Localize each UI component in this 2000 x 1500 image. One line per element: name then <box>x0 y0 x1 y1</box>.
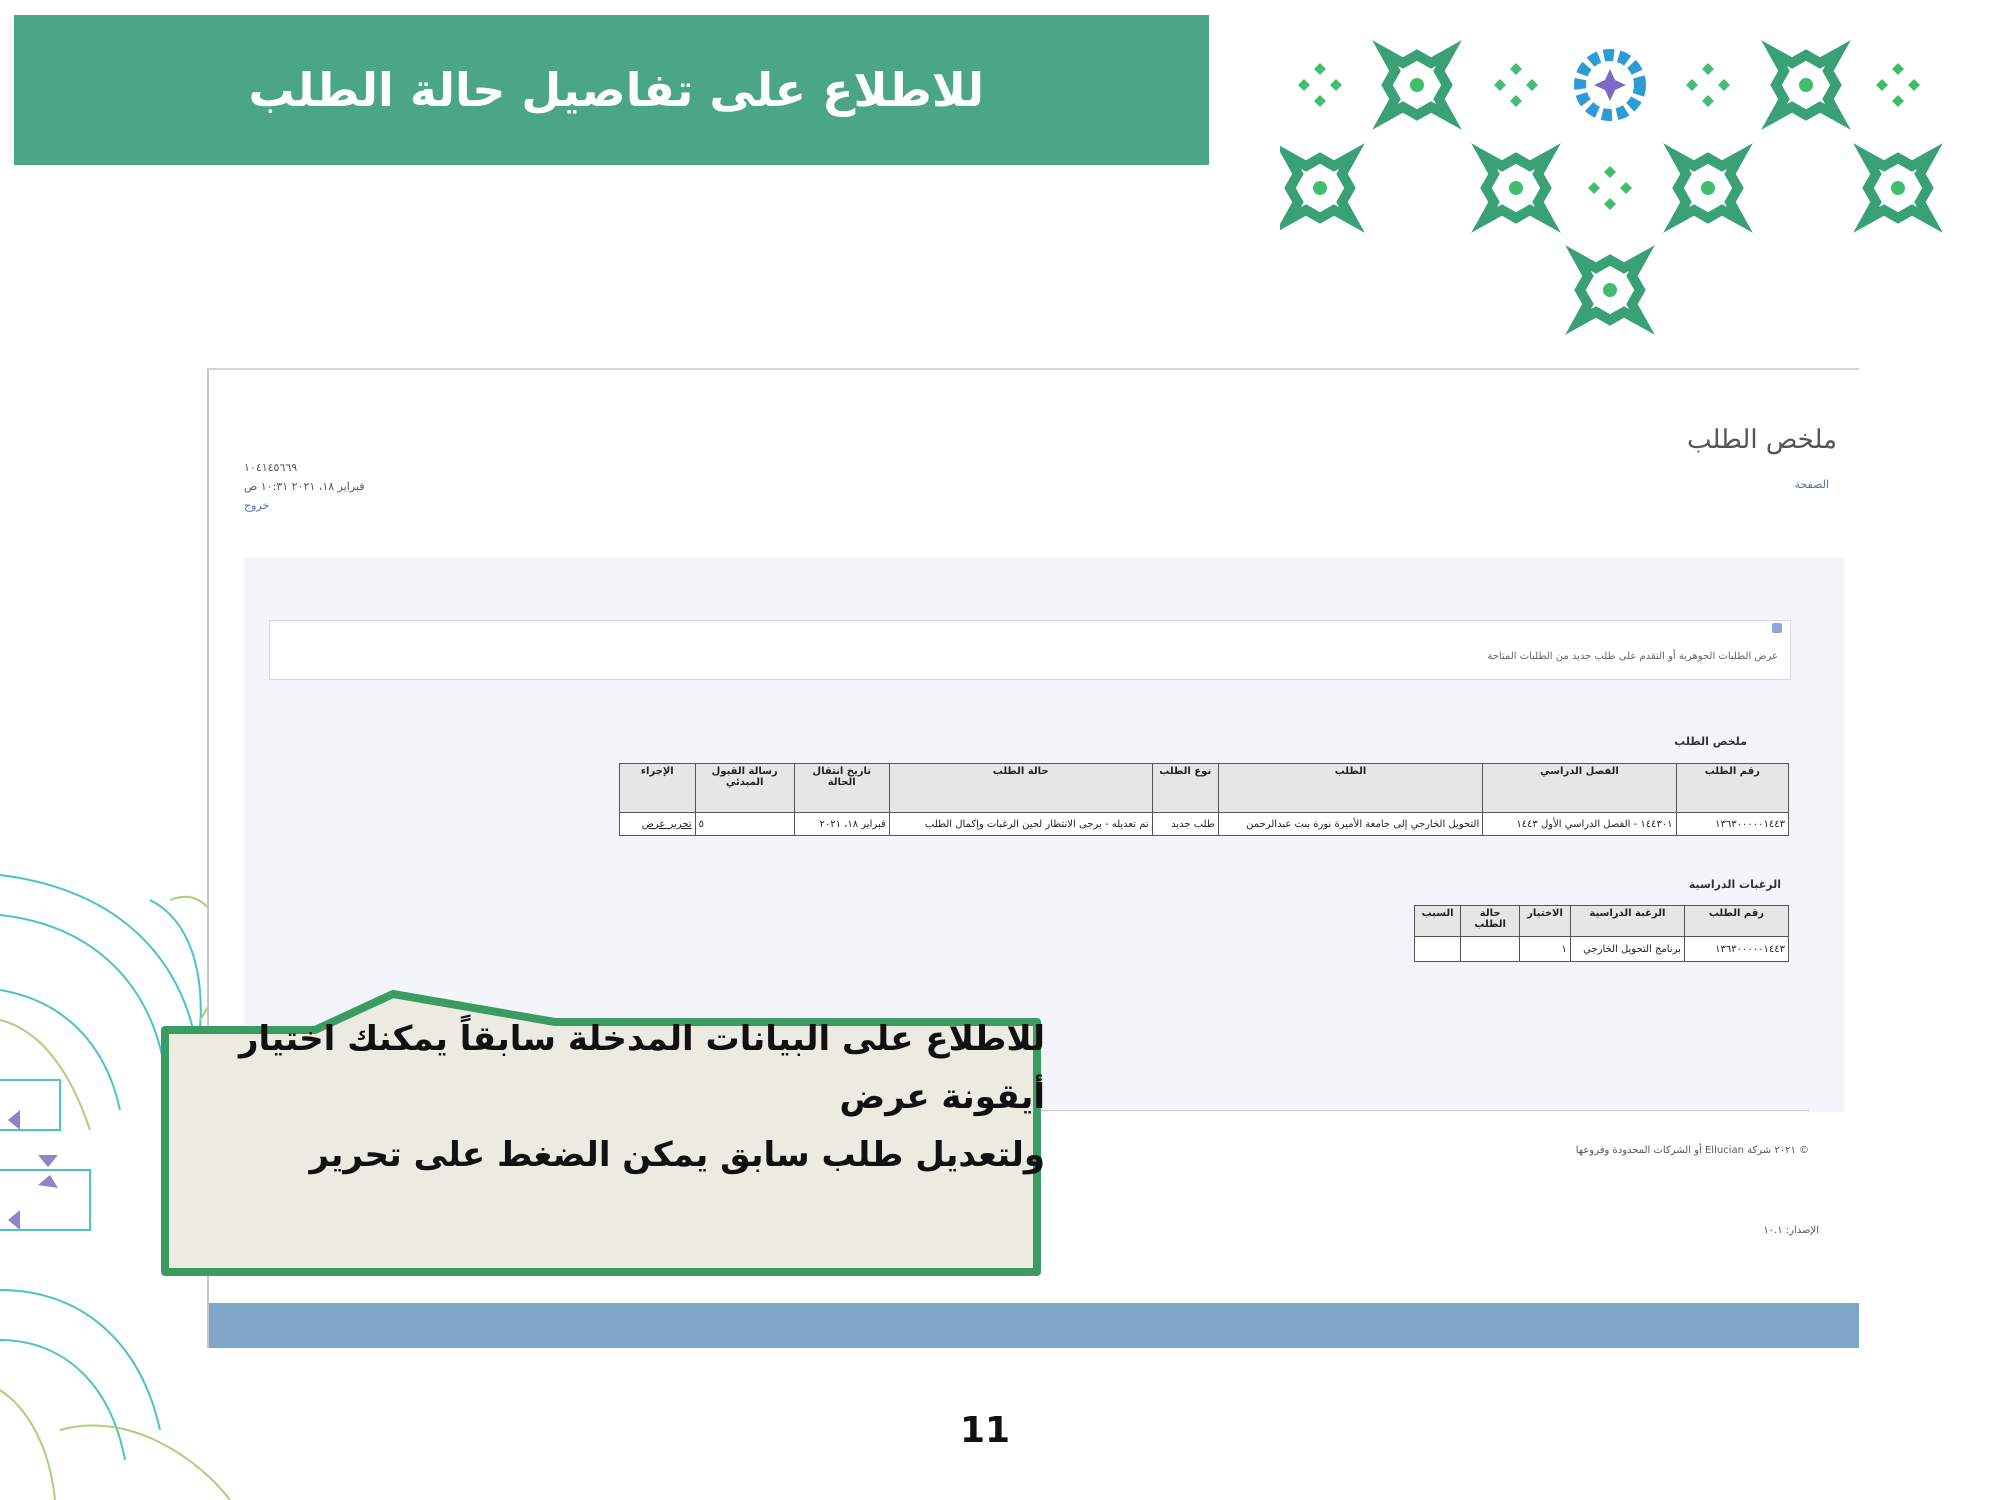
star-frame-icon <box>1484 156 1548 220</box>
choice-cell: ١ <box>1519 936 1571 962</box>
summary-header: رقم الطلب <box>1675 763 1790 813</box>
info-box: عرض الطلبات الجوهرية أو التقدم على طلب ج… <box>269 620 1791 680</box>
acceptance-letter-cell: ٥ <box>694 812 795 836</box>
table-row: ١٣٦٣٠٠٠٠٠١٤٤٣ ١٤٤٣٠١ - الفصل الدراسي الأ… <box>619 812 1790 836</box>
summary-header: الطلب <box>1217 763 1484 813</box>
preferences-header: حالة الطلب <box>1460 905 1521 937</box>
flower-icon <box>1574 49 1646 121</box>
preferences-header: الاختيار <box>1519 905 1571 937</box>
star-frame-icon <box>1774 53 1838 117</box>
summary-header: حالة الطلب <box>888 763 1153 813</box>
version-label: الإصدار: ١٠.١ <box>1763 1225 1819 1236</box>
bottom-bar <box>209 1303 1859 1348</box>
breadcrumb[interactable]: الصفحة <box>1794 478 1829 491</box>
preferences-header: السبب <box>1413 905 1462 937</box>
preferences-header: رقم الطلب <box>1683 905 1790 937</box>
star-frame-icon <box>1288 156 1352 220</box>
reason-cell <box>1413 936 1462 962</box>
request-status-cell: تم تعديله - يرجى الانتظار لحين الرغبات و… <box>888 812 1153 836</box>
info-text: عرض الطلبات الجوهرية أو التقدم على طلب ج… <box>1487 651 1778 662</box>
term-cell: ١٤٤٣٠١ - الفصل الدراسي الأول ١٤٤٣ <box>1482 812 1677 836</box>
request-number-cell: ١٣٦٣٠٠٠٠٠١٤٤٣ <box>1675 812 1790 836</box>
diamond-dots-icon <box>1588 166 1632 210</box>
preference-cell: برنامج التحويل الخارجي <box>1569 936 1685 962</box>
diamond-dots-icon <box>1494 63 1538 107</box>
callout-line: ولتعديل طلب سابق يمكن الضغط على تحرير <box>309 1135 1045 1175</box>
request-cell: التحويل الخارجي إلى جامعة الأميرة نورة ب… <box>1217 812 1484 836</box>
banner-title: للاطلاع على تفاصيل حالة الطلب <box>248 63 984 117</box>
request-number-cell: ١٣٦٣٠٠٠٠٠١٤٤٣ <box>1683 936 1790 962</box>
edit-view-link[interactable]: تحرير عرض <box>619 812 696 836</box>
user-meta: ١٠٤١٤٥٦٦٩ فبراير ١٨، ٢٠٢١ ١٠:٣١ ص خروج <box>244 458 365 515</box>
title-banner: للاطلاع على تفاصيل حالة الطلب <box>14 15 1209 165</box>
callout-line: أيقونة عرض <box>839 1077 1045 1117</box>
summary-table: رقم الطلب الفصل الدراسي الطلب نوع الطلب … <box>619 763 1790 836</box>
summary-header-row: رقم الطلب الفصل الدراسي الطلب نوع الطلب … <box>619 763 1790 813</box>
callout-text: للاطلاع على البيانات المدخلة سابقاً يمكن… <box>175 1010 1045 1184</box>
page-number: 11 <box>960 1410 1011 1451</box>
summary-header: الفصل الدراسي <box>1482 763 1677 813</box>
summary-title: ملخص الطلب <box>1674 735 1747 748</box>
star-frame-icon <box>1866 156 1930 220</box>
star-frame-icon <box>1578 258 1642 322</box>
preferences-title: الرغبات الدراسية <box>1688 878 1781 891</box>
decorative-pattern <box>1280 40 1960 340</box>
star-frame-icon <box>1676 156 1740 220</box>
summary-header: تاريخ انتقال الحالة <box>793 763 890 813</box>
status-cell <box>1460 936 1521 962</box>
table-row: ١٣٦٣٠٠٠٠٠١٤٤٣ برنامج التحويل الخارجي ١ <box>1413 936 1790 962</box>
login-date: فبراير ١٨، ٢٠٢١ ١٠:٣١ ص <box>244 480 365 493</box>
user-id: ١٠٤١٤٥٦٦٩ <box>244 461 298 474</box>
logout-link[interactable]: خروج <box>244 496 365 515</box>
preferences-header: الرغبة الدراسية <box>1569 905 1685 937</box>
page-title: ملخص الطلب <box>1686 425 1837 455</box>
summary-header: نوع الطلب <box>1151 763 1219 813</box>
summary-header: رسالة القبول المبدئي <box>694 763 795 813</box>
info-icon <box>1772 623 1782 633</box>
status-date-cell: فبراير ١٨، ٢٠٢١ <box>793 812 890 836</box>
preferences-table: رقم الطلب الرغبة الدراسية الاختيار حالة … <box>1413 905 1790 962</box>
footer-copyright: © ٢٠٢١ شركة Ellucian أو الشركات المحدودة… <box>1575 1145 1809 1156</box>
request-type-cell: طلب جديد <box>1151 812 1219 836</box>
callout-line: للاطلاع على البيانات المدخلة سابقاً يمكن… <box>238 1019 1045 1059</box>
diamond-dots-icon <box>1298 63 1342 107</box>
diamond-dots-icon <box>1876 63 1920 107</box>
diamond-dots-icon <box>1686 63 1730 107</box>
star-frame-icon <box>1385 53 1449 117</box>
summary-header: الإجراء <box>619 763 696 813</box>
preferences-header-row: رقم الطلب الرغبة الدراسية الاختيار حالة … <box>1413 905 1790 937</box>
